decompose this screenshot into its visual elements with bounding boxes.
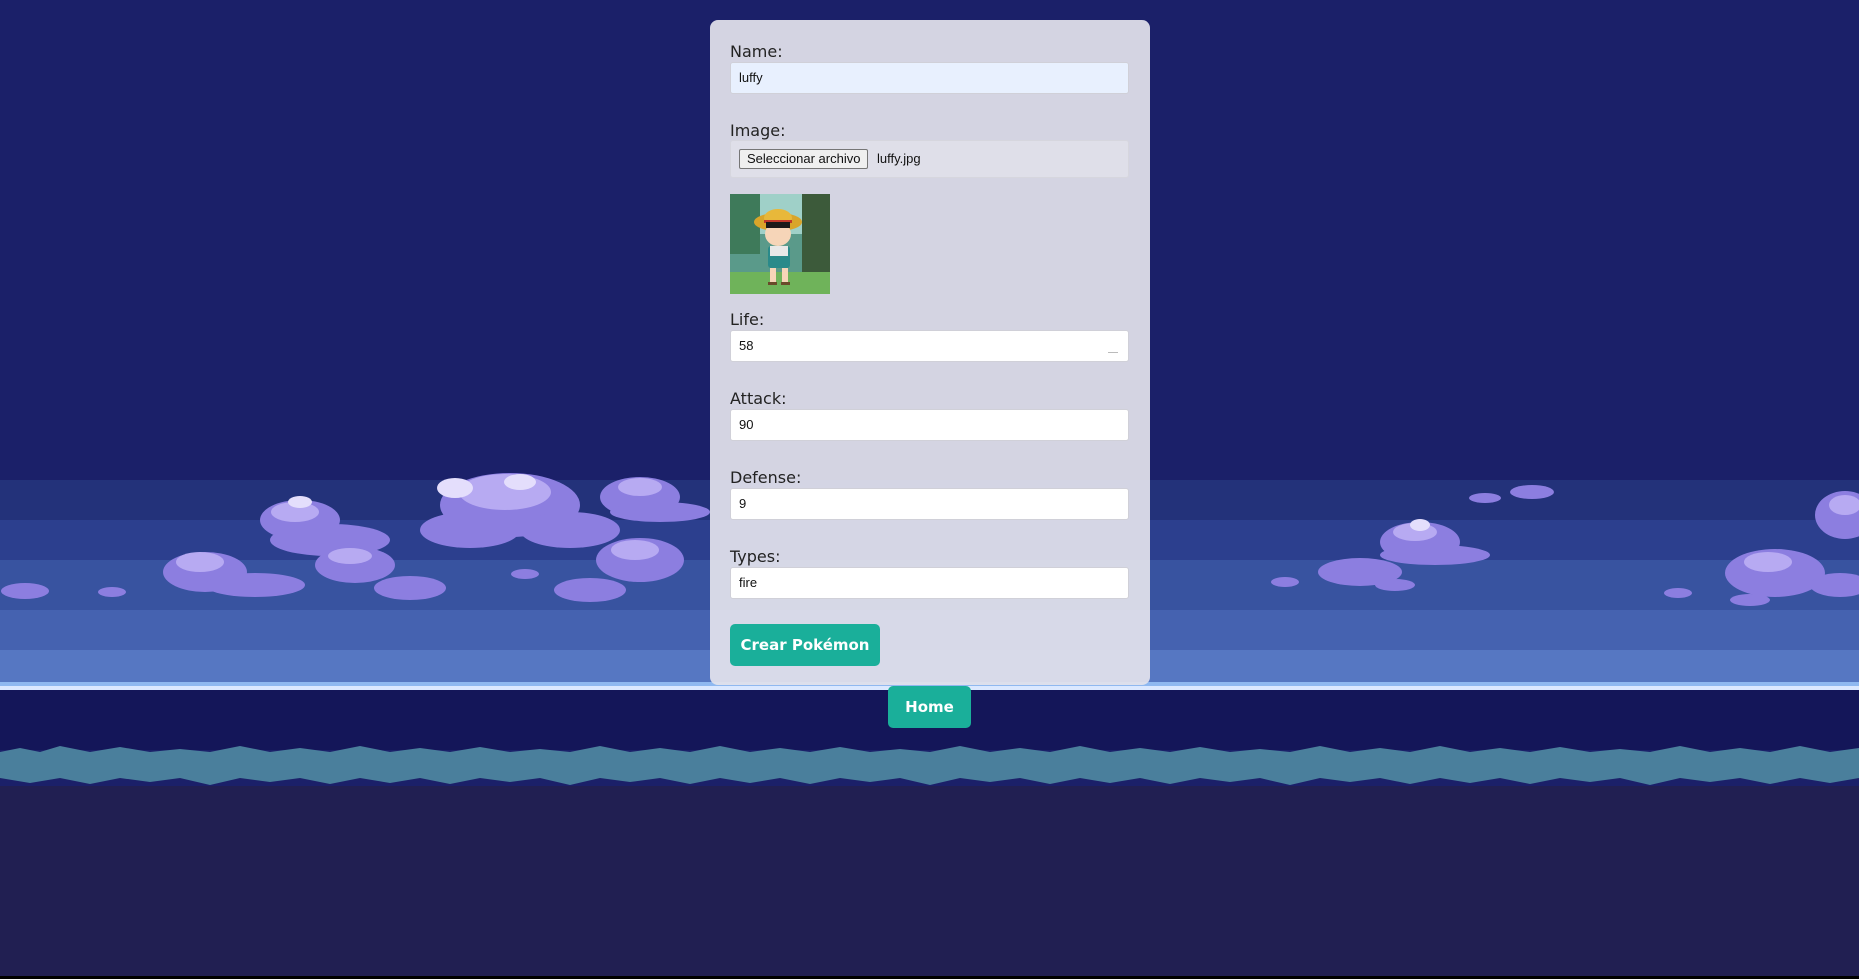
attack-value: 90	[739, 417, 754, 432]
attack-label: Attack:	[730, 389, 787, 408]
name-value: luffy	[739, 70, 763, 85]
image-file-input[interactable]: Seleccionar archivo luffy.jpg	[730, 140, 1129, 178]
image-label: Image:	[730, 121, 786, 140]
create-pokemon-form: Name: luffy Image: Seleccionar archivo l…	[710, 20, 1150, 685]
attack-input[interactable]: 90	[730, 409, 1129, 441]
selected-file-name: luffy.jpg	[877, 151, 921, 166]
life-label: Life:	[730, 310, 765, 329]
name-input[interactable]: luffy	[730, 62, 1129, 94]
page-background: Name: luffy Image: Seleccionar archivo l…	[0, 0, 1859, 979]
types-value: fire	[739, 575, 758, 590]
types-label: Types:	[730, 547, 781, 566]
create-pokemon-button[interactable]: Crear Pokémon	[730, 624, 880, 666]
image-preview	[730, 194, 830, 294]
character-preview-image	[730, 194, 830, 294]
number-spinner[interactable]	[1108, 352, 1118, 353]
life-input[interactable]: 58	[730, 330, 1129, 362]
life-value: 58	[739, 338, 754, 353]
name-label: Name:	[730, 42, 783, 61]
defense-input[interactable]: 9	[730, 488, 1129, 520]
types-input[interactable]: fire	[730, 567, 1129, 599]
home-button[interactable]: Home	[888, 686, 971, 728]
defense-value: 9	[739, 496, 747, 511]
defense-label: Defense:	[730, 468, 802, 487]
choose-file-button[interactable]: Seleccionar archivo	[739, 149, 869, 169]
